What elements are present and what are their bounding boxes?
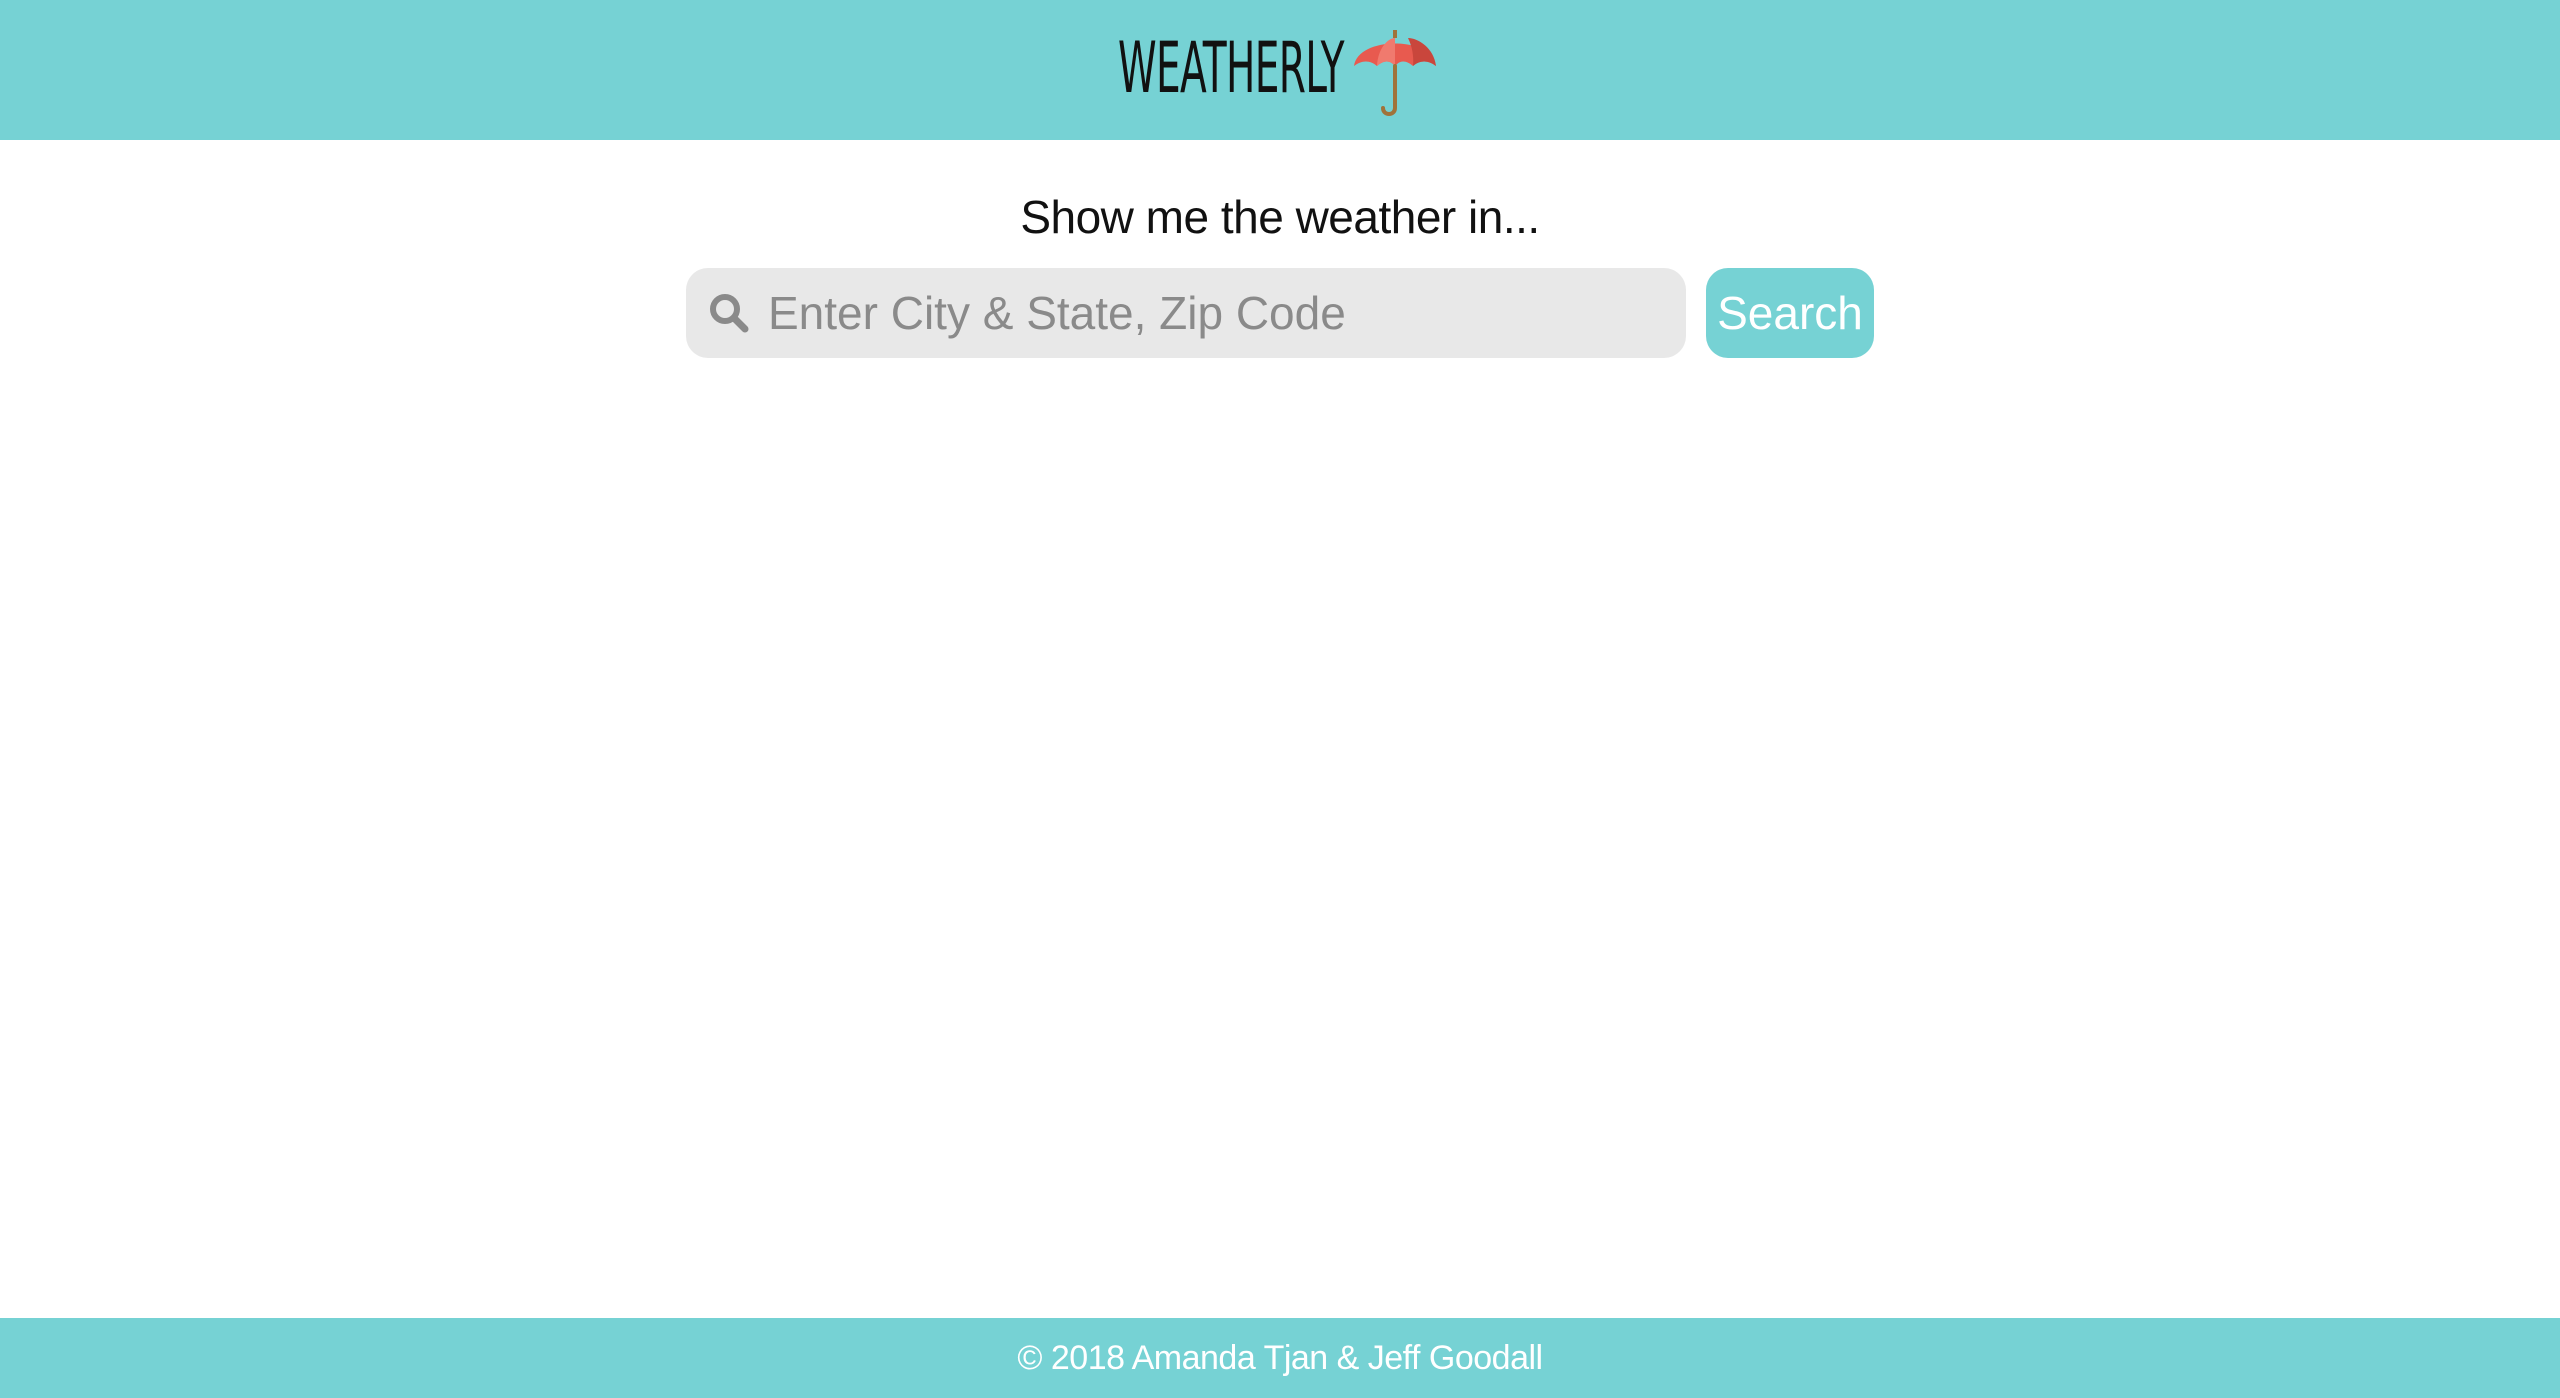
footer-copyright: © 2018 Amanda Tjan & Jeff Goodall — [1017, 1338, 1543, 1377]
footer-bar: © 2018 Amanda Tjan & Jeff Goodall — [0, 1318, 2560, 1398]
search-prompt: Show me the weather in... — [1020, 191, 1540, 243]
header-bar: WEATHERLY — [0, 0, 2560, 140]
search-box[interactable] — [686, 268, 1686, 358]
search-icon — [710, 294, 749, 333]
logo[interactable]: WEATHERLY — [1118, 12, 1436, 124]
logo-text: WEATHERLY — [1118, 27, 1344, 109]
search-input[interactable] — [768, 268, 1668, 358]
umbrella-icon — [1354, 30, 1436, 116]
search-button[interactable]: Search — [1706, 268, 1874, 358]
